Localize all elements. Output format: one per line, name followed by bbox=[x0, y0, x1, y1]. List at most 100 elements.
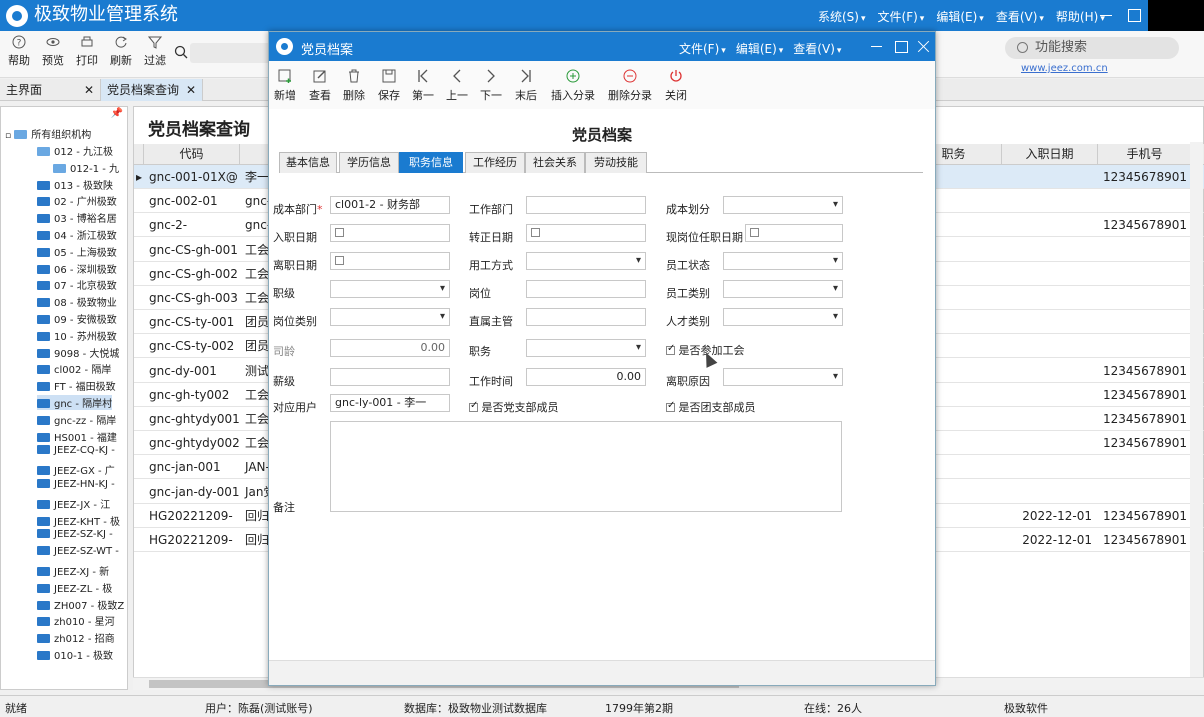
toolbar-search-input[interactable] bbox=[190, 43, 280, 63]
checkbox[interactable] bbox=[666, 400, 675, 412]
hire-date-field[interactable] bbox=[330, 224, 450, 242]
grid-vertical-scrollbar[interactable] bbox=[1190, 142, 1203, 677]
supervisor-field[interactable] bbox=[526, 308, 646, 326]
checkbox[interactable] bbox=[666, 343, 675, 355]
first-button[interactable]: 第一 bbox=[412, 69, 434, 103]
tree-item[interactable]: 9098 - 大悦城 bbox=[37, 345, 119, 360]
maximize-button[interactable] bbox=[1120, 0, 1148, 31]
prev-button[interactable]: 上一 bbox=[446, 69, 468, 103]
tree-item[interactable]: 07 - 北京极致 bbox=[37, 277, 117, 292]
tree-item[interactable]: JEEZ-KHT - 极 bbox=[37, 513, 120, 528]
add-button[interactable]: 新增 bbox=[274, 69, 296, 103]
tree-item[interactable]: JEEZ-ZL - 极 bbox=[37, 580, 112, 595]
tree-item[interactable]: zh012 - 招商 bbox=[37, 630, 115, 645]
employ-mode-select[interactable] bbox=[526, 252, 646, 270]
close-dialog-button[interactable]: 关闭 bbox=[665, 69, 687, 103]
tree-item[interactable]: 06 - 深圳极致 bbox=[37, 261, 117, 276]
checkbox[interactable] bbox=[469, 400, 478, 412]
user-field[interactable]: gnc-ly-001 - 李一 bbox=[330, 394, 450, 412]
dialog-minimize-button[interactable] bbox=[865, 32, 889, 61]
tab-main[interactable]: 主界面 ✕ bbox=[0, 79, 101, 101]
column-code[interactable]: 代码 bbox=[144, 144, 240, 165]
leave-date-field[interactable] bbox=[330, 252, 450, 270]
collapse-icon[interactable]: ▫ bbox=[5, 131, 11, 141]
delete-button[interactable]: 删除 bbox=[343, 69, 365, 103]
dialog-menu-view[interactable]: 查看(V) bbox=[793, 40, 841, 57]
dialog-menu-edit[interactable]: 编辑(E) bbox=[736, 40, 783, 57]
close-button[interactable] bbox=[1148, 0, 1204, 31]
delete-entry-button[interactable]: 删除分录 bbox=[608, 69, 652, 103]
date-checkbox[interactable] bbox=[750, 228, 759, 237]
menu-system[interactable]: 系统(S) bbox=[818, 8, 866, 25]
duty-select[interactable] bbox=[526, 339, 646, 357]
menu-edit[interactable]: 编辑(E) bbox=[936, 8, 983, 25]
close-icon[interactable]: ✕ bbox=[84, 79, 94, 101]
grade-select[interactable] bbox=[330, 280, 450, 298]
tree-item[interactable]: 012 - 九江极 bbox=[37, 143, 113, 158]
menu-file[interactable]: 文件(F) bbox=[878, 8, 925, 25]
emp-status-select[interactable] bbox=[723, 252, 843, 270]
tree-item[interactable]: cl002 - 隔岸 bbox=[37, 361, 111, 376]
leave-reason-select[interactable] bbox=[723, 368, 843, 386]
tree-item[interactable]: JEEZ-XJ - 新 bbox=[37, 563, 109, 578]
tree-item[interactable]: 05 - 上海极致 bbox=[37, 244, 117, 259]
post-type-select[interactable] bbox=[330, 308, 450, 326]
tree-item[interactable]: ZH007 - 极致Z bbox=[37, 597, 124, 612]
date-checkbox[interactable] bbox=[531, 228, 540, 237]
tab-party-query[interactable]: 党员档案查询 ✕ bbox=[101, 79, 203, 101]
dialog-scrollbar[interactable] bbox=[269, 660, 935, 685]
tree-item[interactable]: 09 - 安微极致 bbox=[37, 311, 117, 326]
site-link[interactable]: www.jeez.com.cn bbox=[1021, 63, 1108, 74]
tree-item[interactable]: 03 - 博裕名居 bbox=[37, 210, 117, 225]
work-dept-field[interactable] bbox=[526, 196, 646, 214]
dialog-maximize-button[interactable] bbox=[889, 32, 913, 61]
function-search-input[interactable]: 功能搜索 bbox=[1005, 37, 1179, 59]
party-branch-checkbox[interactable]: 是否党支部成员 bbox=[469, 399, 559, 415]
tree-item[interactable]: JEEZ-HN-KJ - bbox=[37, 479, 115, 490]
search-icon[interactable] bbox=[174, 45, 188, 59]
tree-item[interactable]: JEEZ-JX - 江 bbox=[37, 496, 110, 511]
save-button[interactable]: 保存 bbox=[378, 69, 400, 103]
preview-button[interactable]: 预览 bbox=[36, 35, 70, 68]
cost-dept-field[interactable]: cl001-2 - 财务部 bbox=[330, 196, 450, 214]
dialog-close-button[interactable] bbox=[912, 32, 936, 61]
view-button[interactable]: 查看 bbox=[309, 69, 331, 103]
next-button[interactable]: 下一 bbox=[480, 69, 502, 103]
tree-item[interactable]: JEEZ-SZ-WT - bbox=[37, 546, 119, 557]
tab-work-history[interactable]: 工作经历 bbox=[465, 152, 525, 173]
tab-basic-info[interactable]: 基本信息 bbox=[279, 152, 337, 173]
tree-item[interactable]: 012-1 - 九 bbox=[53, 160, 119, 175]
tree-item[interactable]: 013 - 极致陕 bbox=[37, 177, 113, 192]
tree-item[interactable]: gnc - 隔岸村 bbox=[37, 395, 113, 410]
league-branch-checkbox[interactable]: 是否团支部成员 bbox=[666, 399, 756, 415]
tree-item[interactable]: FT - 福田极致 bbox=[37, 378, 116, 393]
tree-item[interactable]: 04 - 浙江极致 bbox=[37, 227, 117, 242]
close-icon[interactable]: ✕ bbox=[186, 79, 196, 101]
column-phone[interactable]: 手机号 bbox=[1098, 144, 1192, 165]
tree-item[interactable]: gnc-zz - 隔岸 bbox=[37, 412, 116, 427]
last-button[interactable]: 末后 bbox=[515, 69, 537, 103]
date-checkbox[interactable] bbox=[335, 228, 344, 237]
minimize-button[interactable] bbox=[1092, 0, 1120, 31]
tab-education[interactable]: 学历信息 bbox=[339, 152, 399, 173]
tree-item[interactable]: 02 - 广州极致 bbox=[37, 193, 117, 208]
seniority-field[interactable]: 0.00 bbox=[330, 339, 450, 357]
salary-grade-field[interactable] bbox=[330, 368, 450, 386]
tree-item[interactable]: JEEZ-GX - 广 bbox=[37, 462, 115, 477]
tab-duty-info[interactable]: 职务信息 bbox=[399, 152, 463, 173]
tree-item[interactable]: JEEZ-CQ-KJ - bbox=[37, 445, 115, 456]
menu-view[interactable]: 查看(V) bbox=[996, 8, 1044, 25]
dialog-menu-file[interactable]: 文件(F) bbox=[679, 40, 726, 57]
tree-root[interactable]: ▫ 所有组织机构 bbox=[5, 126, 91, 141]
tree-item[interactable]: HS001 - 福建 bbox=[37, 429, 117, 444]
column-hire-date[interactable]: 入职日期 bbox=[1002, 144, 1098, 165]
remark-textarea[interactable] bbox=[330, 421, 842, 512]
work-time-field[interactable]: 0.00 bbox=[526, 368, 646, 386]
talent-type-select[interactable] bbox=[723, 308, 843, 326]
date-checkbox[interactable] bbox=[335, 256, 344, 265]
post-date-field[interactable] bbox=[745, 224, 843, 242]
post-field[interactable] bbox=[526, 280, 646, 298]
regular-date-field[interactable] bbox=[526, 224, 646, 242]
tab-social-relations[interactable]: 社会关系 bbox=[525, 152, 585, 173]
tab-labor-skills[interactable]: 劳动技能 bbox=[585, 152, 647, 173]
